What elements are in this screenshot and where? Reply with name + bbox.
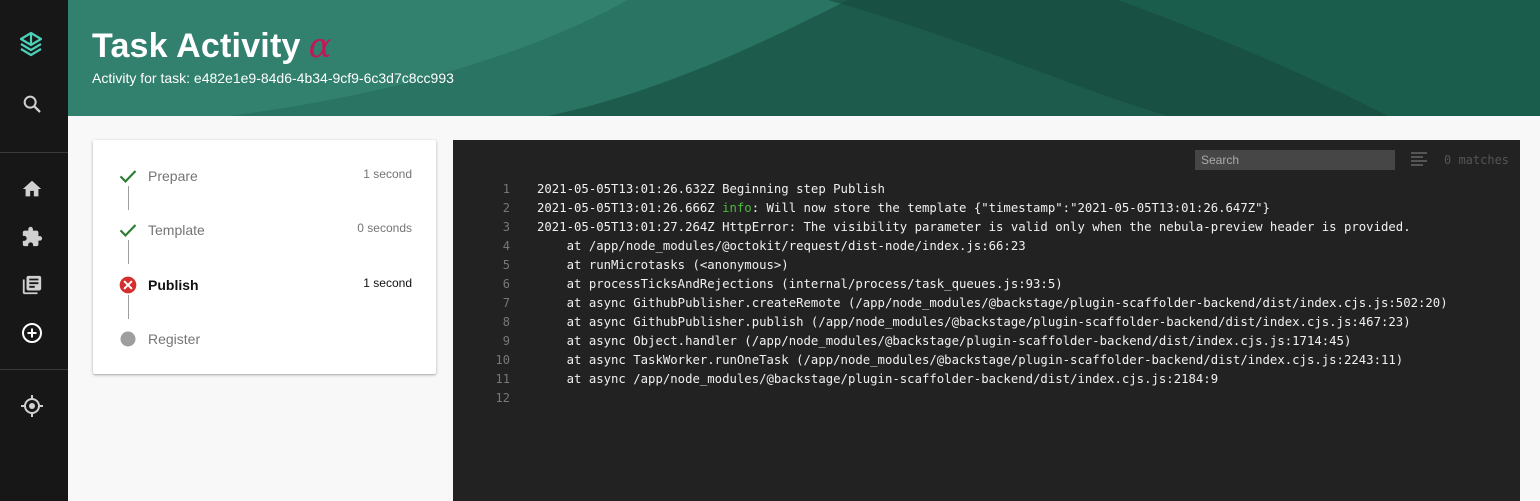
line-text: 2021-05-05T13:01:26.632Z Beginning step … bbox=[537, 182, 885, 196]
line-number[interactable]: 7 bbox=[483, 294, 510, 313]
line-number[interactable]: 4 bbox=[483, 237, 510, 256]
log-line: 2 2021-05-05T13:01:26.666Z info: Will now… bbox=[453, 199, 1520, 218]
log-line: 7 at async GithubPublisher.createRemote … bbox=[453, 294, 1520, 313]
line-number[interactable]: 9 bbox=[483, 332, 510, 351]
log-line: 8 at async GithubPublisher.publish (/app… bbox=[453, 313, 1520, 332]
logo-icon[interactable] bbox=[16, 28, 48, 60]
add-circle-icon[interactable] bbox=[16, 317, 48, 349]
sidebar-divider bbox=[0, 152, 68, 153]
step-duration: 1 second bbox=[363, 276, 412, 290]
error-icon bbox=[118, 275, 138, 295]
step-label: Register bbox=[148, 331, 201, 347]
target-icon[interactable] bbox=[16, 390, 48, 422]
log-line: 4 at /app/node_modules/@octokit/request/… bbox=[453, 237, 1520, 256]
line-text: at /app/node_modules/@octokit/request/di… bbox=[537, 239, 1026, 253]
line-number[interactable]: 3 bbox=[483, 218, 510, 237]
line-text: at processTicksAndRejections (internal/p… bbox=[537, 277, 1063, 291]
step-prepare[interactable]: Prepare 1 second bbox=[93, 160, 436, 190]
log-line: 12 bbox=[453, 389, 1520, 408]
line-text: at async GithubPublisher.publish (/app/n… bbox=[537, 315, 1411, 329]
step-label: Template bbox=[148, 222, 205, 238]
sidebar bbox=[0, 0, 68, 501]
step-connector bbox=[128, 186, 129, 210]
puzzle-icon[interactable] bbox=[16, 221, 48, 253]
line-number[interactable]: 5 bbox=[483, 256, 510, 275]
page-title: Task Activity α bbox=[92, 26, 332, 66]
step-duration: 0 seconds bbox=[357, 221, 412, 235]
step-publish[interactable]: Publish 1 second bbox=[93, 269, 436, 299]
line-text: 2021-05-05T13:01:27.264Z HttpError: The … bbox=[537, 220, 1411, 234]
line-number[interactable]: 2 bbox=[483, 199, 510, 218]
step-register[interactable]: Register bbox=[93, 323, 436, 353]
search-icon[interactable] bbox=[16, 88, 48, 120]
log-line: 11 at async /app/node_modules/@backstage… bbox=[453, 370, 1520, 389]
line-text: at async Object.handler (/app/node_modul… bbox=[537, 334, 1352, 348]
line-number[interactable]: 11 bbox=[483, 370, 510, 389]
log-level-info: info bbox=[722, 201, 752, 215]
line-number[interactable]: 12 bbox=[483, 389, 510, 408]
task-steps-card: Prepare 1 second Template 0 seconds Publ… bbox=[93, 140, 436, 374]
log-line: 9 at async Object.handler (/app/node_mod… bbox=[453, 332, 1520, 351]
search-match-count: 0 matches bbox=[1444, 153, 1510, 167]
check-icon bbox=[118, 166, 138, 186]
library-icon[interactable] bbox=[16, 269, 48, 301]
alpha-badge: α bbox=[308, 26, 332, 66]
pending-dot-icon bbox=[118, 329, 138, 349]
line-text: at async GithubPublisher.createRemote (/… bbox=[537, 296, 1448, 310]
line-number[interactable]: 6 bbox=[483, 275, 510, 294]
line-text: 2021-05-05T13:01:26.666Z info: Will now … bbox=[537, 201, 1270, 215]
check-icon bbox=[118, 220, 138, 240]
line-number[interactable]: 10 bbox=[483, 351, 510, 370]
step-label: Prepare bbox=[148, 168, 198, 184]
page-header: Task Activity α Activity for task: e482e1… bbox=[68, 0, 1540, 116]
step-connector bbox=[128, 240, 129, 264]
log-viewer: 0 matches 1 2021-05-05T13:01:26.632Z Begi… bbox=[453, 140, 1520, 501]
log-line: 5 at runMicrotasks (<anonymous>) bbox=[453, 256, 1520, 275]
line-text: at async /app/node_modules/@backstage/pl… bbox=[537, 372, 1219, 386]
step-duration: 1 second bbox=[363, 167, 412, 181]
sidebar-divider bbox=[0, 369, 68, 370]
filter-lines-icon[interactable] bbox=[1411, 151, 1427, 167]
step-template[interactable]: Template 0 seconds bbox=[93, 214, 436, 244]
line-number[interactable]: 8 bbox=[483, 313, 510, 332]
step-connector bbox=[128, 295, 129, 319]
log-line: 10 at async TaskWorker.runOneTask (/app/… bbox=[453, 351, 1520, 370]
log-line: 6 at processTicksAndRejections (internal… bbox=[453, 275, 1520, 294]
log-search-input[interactable] bbox=[1195, 150, 1395, 170]
step-label: Publish bbox=[148, 277, 199, 293]
line-text: at runMicrotasks (<anonymous>) bbox=[537, 258, 789, 272]
line-text: at async TaskWorker.runOneTask (/app/nod… bbox=[537, 353, 1404, 367]
log-line: 1 2021-05-05T13:01:26.632Z Beginning step… bbox=[453, 180, 1520, 199]
log-lines: 1 2021-05-05T13:01:26.632Z Beginning step… bbox=[453, 180, 1520, 408]
line-number[interactable]: 1 bbox=[483, 180, 510, 199]
log-line: 3 2021-05-05T13:01:27.264Z HttpError: The… bbox=[453, 218, 1520, 237]
home-icon[interactable] bbox=[16, 173, 48, 205]
page-subtitle: Activity for task: e482e1e9-84d6-4b34-9c… bbox=[92, 70, 454, 86]
